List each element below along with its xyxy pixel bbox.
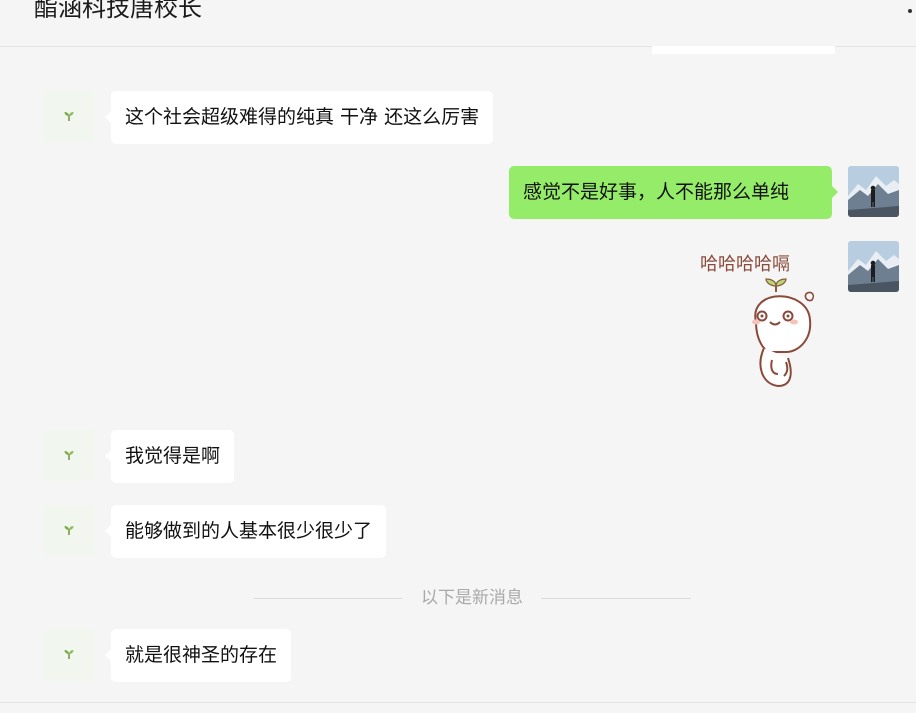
sticker-message[interactable]: 哈哈哈哈嗝 bbox=[698, 248, 828, 393]
user-avatar[interactable] bbox=[848, 166, 899, 217]
divider-line-left bbox=[254, 598, 402, 599]
user-avatar[interactable] bbox=[848, 241, 899, 292]
input-area-edge bbox=[0, 702, 916, 713]
previous-message-edge bbox=[652, 46, 835, 54]
contact-avatar[interactable] bbox=[44, 505, 95, 556]
message-bubble-incoming[interactable]: 能够做到的人基本很少很少了 bbox=[104, 505, 387, 558]
sticker-caption: 哈哈哈哈嗝 bbox=[700, 254, 790, 275]
chat-title: 酯涵科技唐校长 bbox=[34, 0, 202, 22]
contact-avatar[interactable] bbox=[44, 430, 95, 481]
sprout-icon bbox=[64, 526, 74, 535]
laughing-sprout-sticker-icon: 哈哈哈哈嗝 bbox=[700, 254, 815, 388]
sprout-icon bbox=[64, 112, 74, 121]
new-messages-divider: 以下是新消息 bbox=[0, 586, 916, 610]
more-options-icon[interactable] bbox=[906, 6, 916, 16]
mountain-hiker-avatar-icon bbox=[848, 166, 899, 217]
contact-avatar[interactable] bbox=[44, 629, 95, 680]
sprout-icon bbox=[64, 650, 74, 659]
chat-header: 酯涵科技唐校长 bbox=[0, 0, 916, 47]
divider-line-right bbox=[541, 598, 691, 599]
new-messages-label: 以下是新消息 bbox=[421, 588, 523, 608]
sprout-icon bbox=[64, 451, 74, 460]
message-bubble-incoming[interactable]: 我觉得是啊 bbox=[104, 430, 235, 483]
message-bubble-incoming[interactable]: 就是很神圣的存在 bbox=[104, 629, 292, 682]
message-bubble-incoming[interactable]: 这个社会超级难得的纯真 干净 还这么厉害 bbox=[104, 91, 494, 144]
message-bubble-outgoing[interactable]: 感觉不是好事，人不能那么单纯 bbox=[509, 166, 838, 219]
contact-avatar[interactable] bbox=[44, 91, 95, 142]
mountain-hiker-avatar-icon bbox=[848, 241, 899, 292]
